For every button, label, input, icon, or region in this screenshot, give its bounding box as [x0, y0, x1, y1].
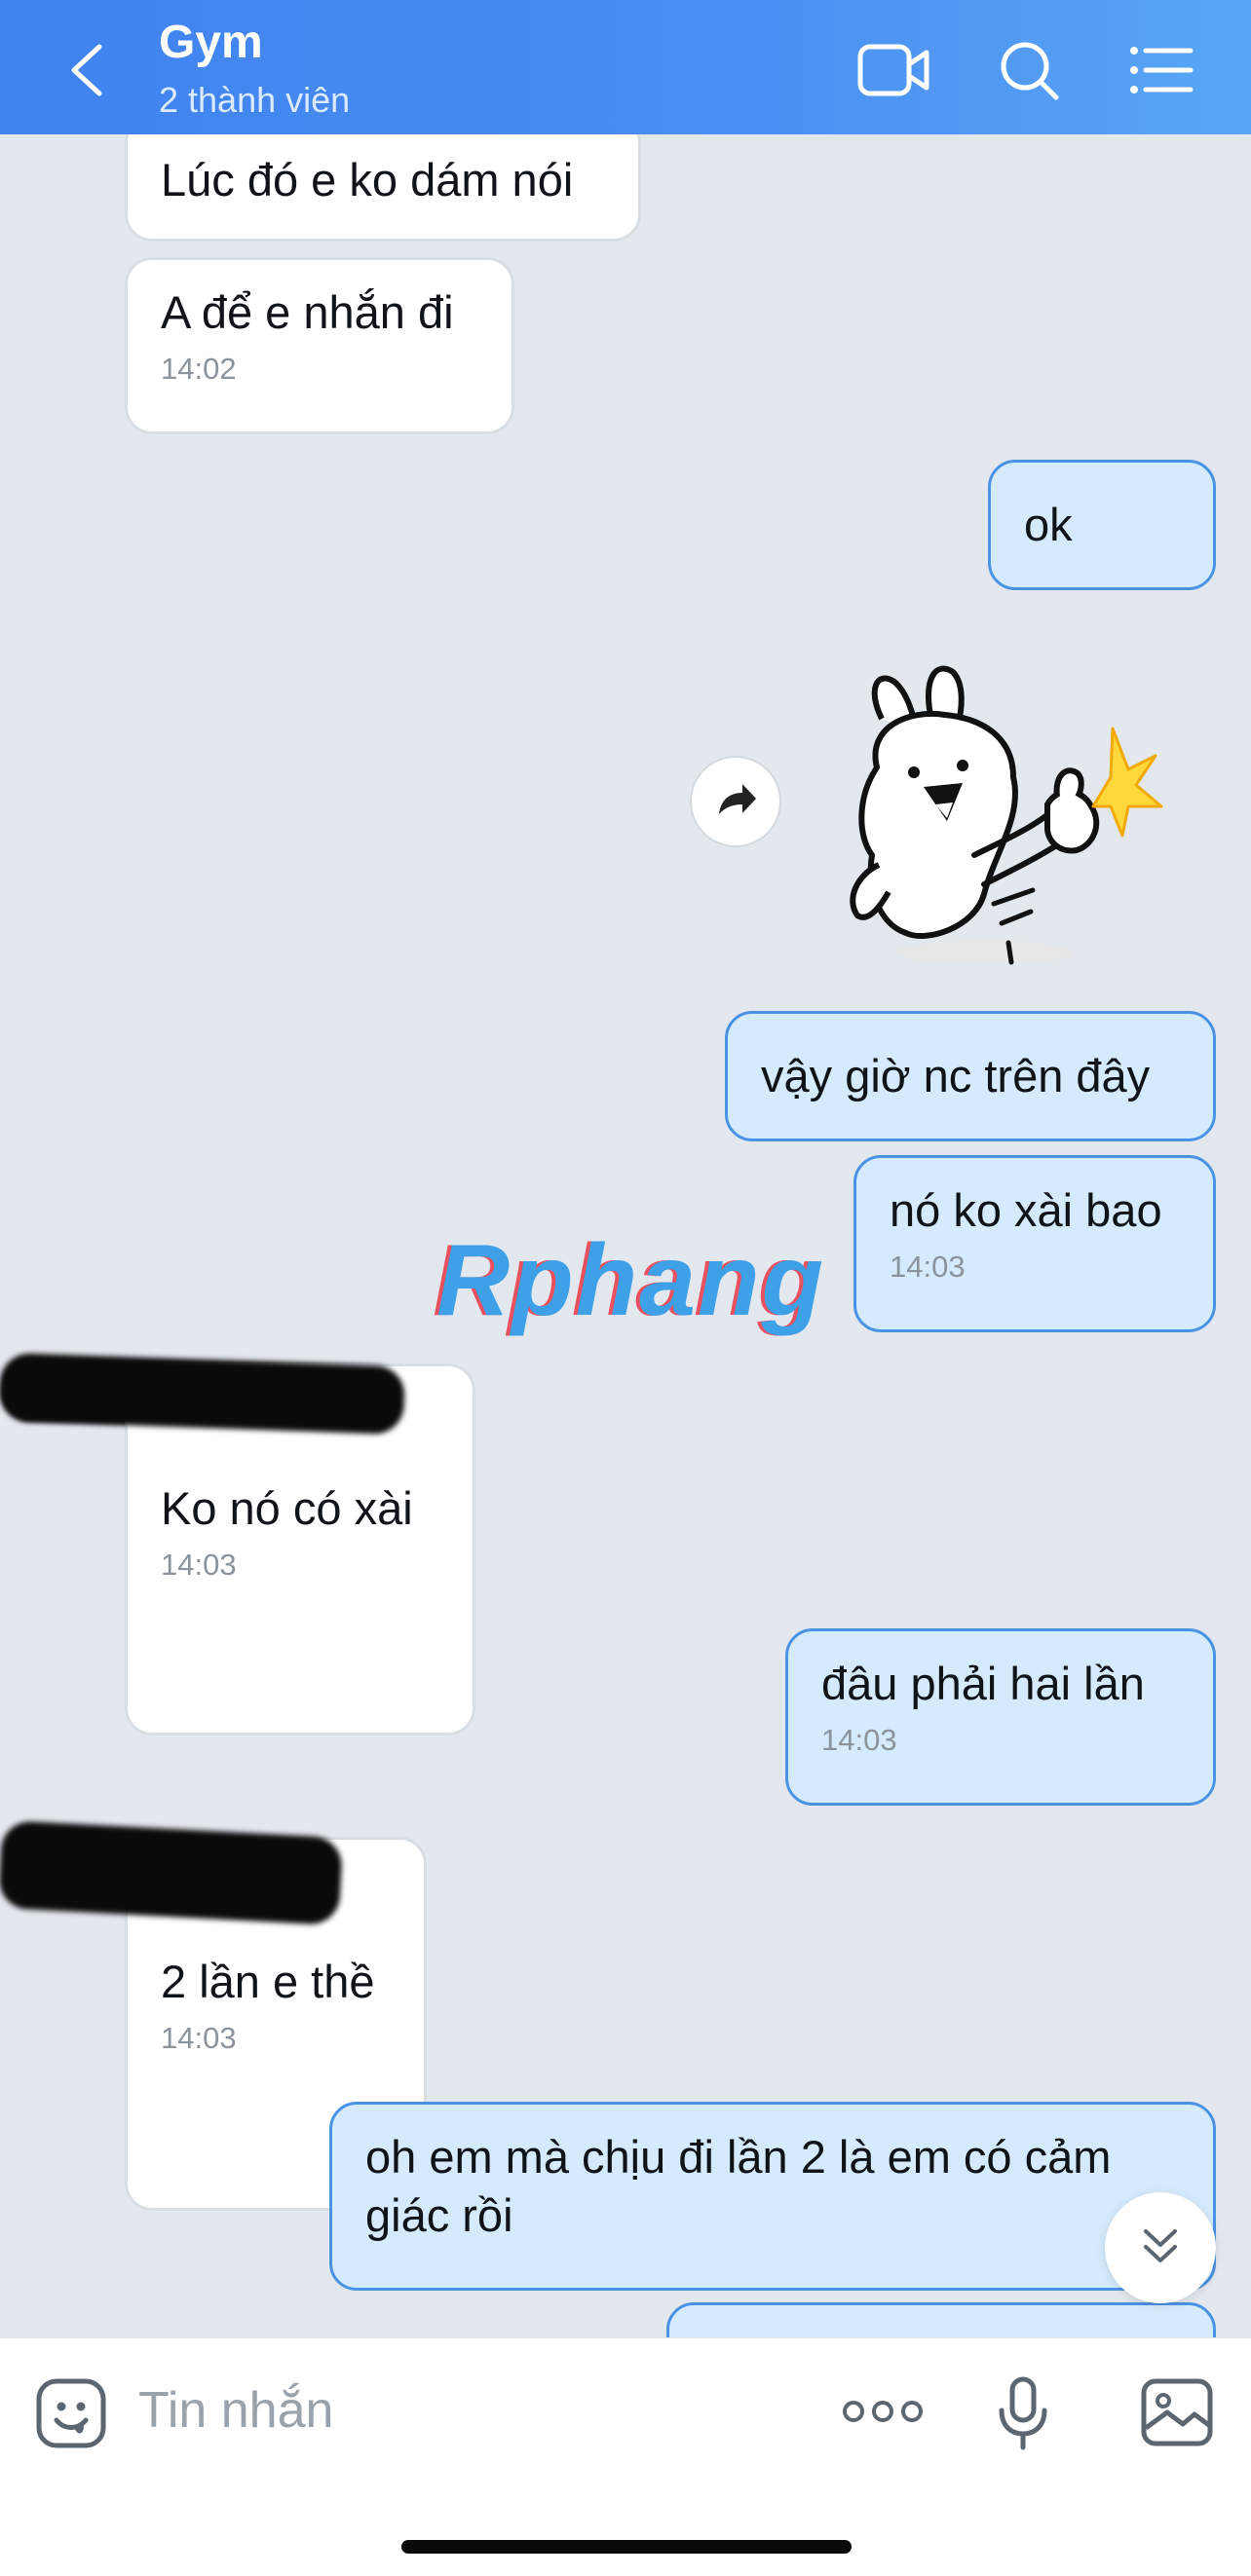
- message-text: vậy giờ nc trên đây: [761, 1050, 1151, 1101]
- message-text: 2 lần e thề: [161, 1956, 375, 2007]
- scroll-to-bottom-button[interactable]: [1105, 2192, 1216, 2303]
- message-text: Ko nó có xài: [161, 1482, 413, 1534]
- message-time: 14:03: [161, 1548, 237, 1582]
- message-time: 14:03: [821, 1723, 897, 1757]
- emoji-icon[interactable]: [35, 2377, 107, 2449]
- message-outgoing[interactable]: đâu phải hai lần 14:03: [785, 1628, 1216, 1806]
- message-input[interactable]: Tin nhắn: [138, 2381, 333, 2440]
- search-button[interactable]: [990, 35, 1068, 105]
- microphone-icon[interactable]: [994, 2375, 1052, 2453]
- message-text: nó ko xài bao: [890, 1184, 1162, 1236]
- thumbs-up-rabbit-sticker[interactable]: [838, 660, 1189, 972]
- message-incoming[interactable]: Lúc đó e ko dám nói: [125, 134, 641, 242]
- message-outgoing[interactable]: oh em mà chịu đi lần 2 là em có cảm giác…: [329, 2102, 1216, 2291]
- search-icon: [1001, 42, 1059, 100]
- video-call-icon: [857, 44, 929, 96]
- message-time: 14:02: [161, 352, 237, 386]
- message-text: ok: [1024, 499, 1073, 550]
- forward-button[interactable]: [690, 756, 781, 847]
- chat-title[interactable]: Gym: [159, 16, 263, 69]
- more-dots-icon[interactable]: [840, 2387, 926, 2436]
- back-button[interactable]: [58, 39, 117, 101]
- video-call-button[interactable]: [854, 35, 932, 105]
- list-menu-icon: [1130, 47, 1194, 93]
- message-text: đâu phải hai lần: [821, 1658, 1145, 1709]
- redacted-sender-name: [0, 1352, 406, 1436]
- home-indicator[interactable]: [401, 2540, 852, 2554]
- message-time: 14:03: [890, 1250, 966, 1284]
- chat-header: Gym 2 thành viên: [0, 0, 1251, 134]
- double-chevron-down-icon: [1144, 2229, 1177, 2262]
- redacted-sender-name: [0, 1819, 344, 1926]
- watermark: Rphang: [436, 1224, 826, 1337]
- message-text: Lúc đó e ko dám nói: [161, 154, 574, 205]
- menu-button[interactable]: [1124, 35, 1202, 105]
- forward-icon: [719, 784, 756, 814]
- message-list[interactable]: Lúc đó e ko dám nói A để e nhắn đi 14:02…: [0, 134, 1251, 2337]
- message-outgoing[interactable]: [666, 2302, 1216, 2337]
- member-count[interactable]: 2 thành viên: [159, 80, 350, 121]
- message-text: oh em mà chịu đi lần 2 là em có cảm giác…: [365, 2131, 1112, 2241]
- message-text: A để e nhắn đi: [161, 286, 454, 338]
- message-outgoing[interactable]: nó ko xài bao 14:03: [853, 1155, 1216, 1332]
- message-outgoing[interactable]: vậy giờ nc trên đây: [725, 1011, 1216, 1141]
- message-outgoing[interactable]: ok: [988, 460, 1216, 590]
- image-icon[interactable]: [1140, 2377, 1214, 2447]
- chevron-left-icon: [71, 44, 102, 96]
- message-incoming[interactable]: A để e nhắn đi 14:02: [125, 257, 514, 434]
- message-time: 14:03: [161, 2021, 237, 2055]
